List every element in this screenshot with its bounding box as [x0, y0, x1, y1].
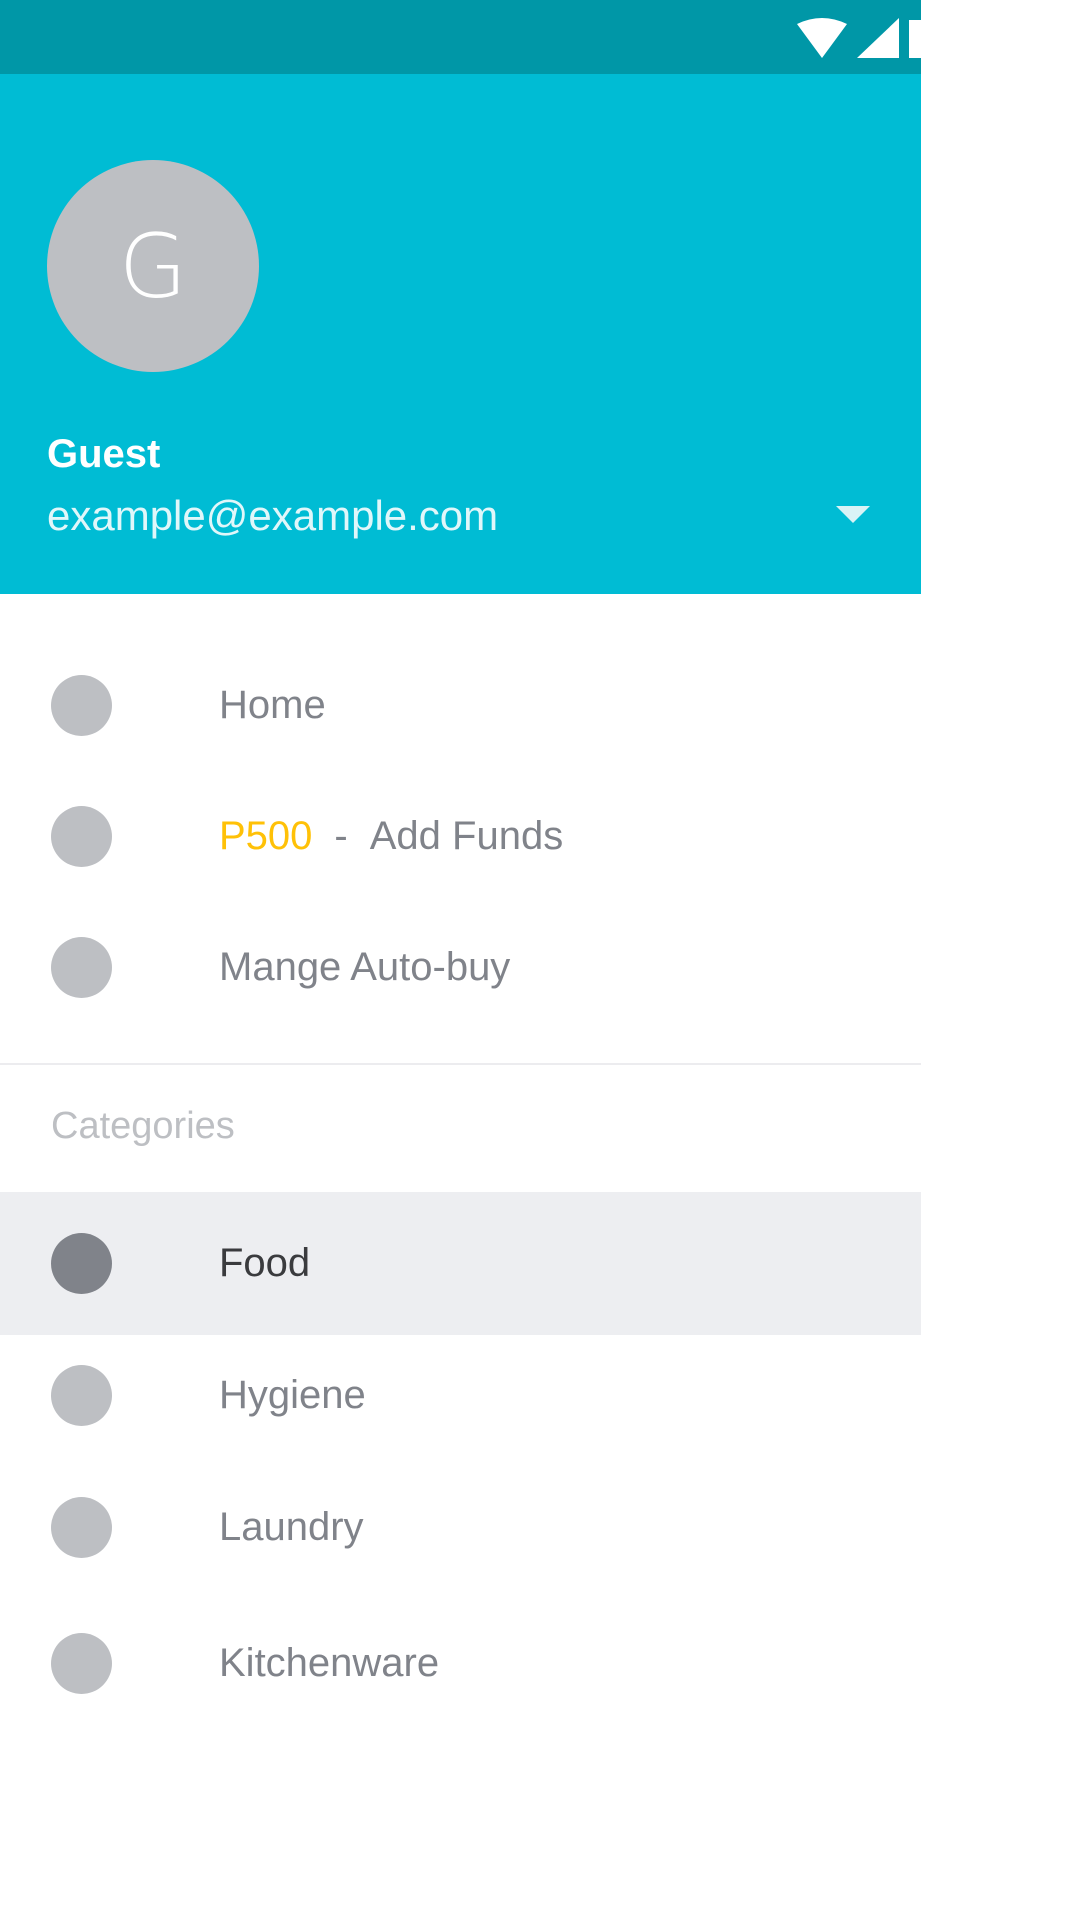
add-funds-label: Add Funds: [369, 814, 564, 858]
home-icon: [51, 675, 112, 736]
category-item-kitchenware[interactable]: Kitchenware: [0, 1598, 921, 1729]
nav-item-label: P500- Add Funds: [219, 771, 563, 902]
kitchenware-icon: [51, 1633, 112, 1694]
account-name: Guest: [47, 432, 161, 476]
divider: [0, 1063, 921, 1065]
category-item-label: Hygiene: [219, 1373, 366, 1417]
status-icons: [787, 18, 921, 58]
balance-amount: P500: [219, 814, 313, 858]
food-icon: [51, 1233, 112, 1294]
separator: -: [334, 814, 348, 858]
categories-heading: Categories: [51, 1105, 235, 1147]
nav-item-auto-buy[interactable]: Mange Auto-buy: [0, 902, 921, 1033]
nav-item-label: Mange Auto-buy: [219, 945, 511, 989]
status-bar: [0, 0, 921, 74]
dropdown-arrow-icon[interactable]: [836, 506, 870, 523]
nav-item-add-funds[interactable]: P500- Add Funds: [0, 771, 921, 902]
nav-item-home[interactable]: Home: [0, 640, 921, 771]
auto-buy-icon: [51, 937, 112, 998]
hygiene-icon: [51, 1365, 112, 1426]
laundry-icon: [51, 1497, 112, 1558]
account-email: example@example.com: [47, 492, 499, 539]
avatar[interactable]: G: [47, 160, 259, 372]
category-item-food[interactable]: Food: [0, 1192, 921, 1335]
nav-item-label: Home: [219, 683, 326, 727]
drawer-header: G Guest example@example.com: [0, 74, 921, 594]
category-item-label: Kitchenware: [219, 1641, 440, 1685]
category-item-hygiene[interactable]: Hygiene: [0, 1330, 921, 1461]
wallet-icon: [51, 806, 112, 867]
category-item-label: Laundry: [219, 1505, 364, 1549]
wifi-icon: [797, 18, 847, 58]
navigation-drawer: G Guest example@example.com Home P500- Ad…: [0, 0, 921, 1920]
battery-icon: [909, 20, 921, 58]
cellular-signal-icon: [857, 18, 899, 58]
category-item-label: Food: [219, 1241, 311, 1285]
category-item-laundry[interactable]: Laundry: [0, 1462, 921, 1593]
